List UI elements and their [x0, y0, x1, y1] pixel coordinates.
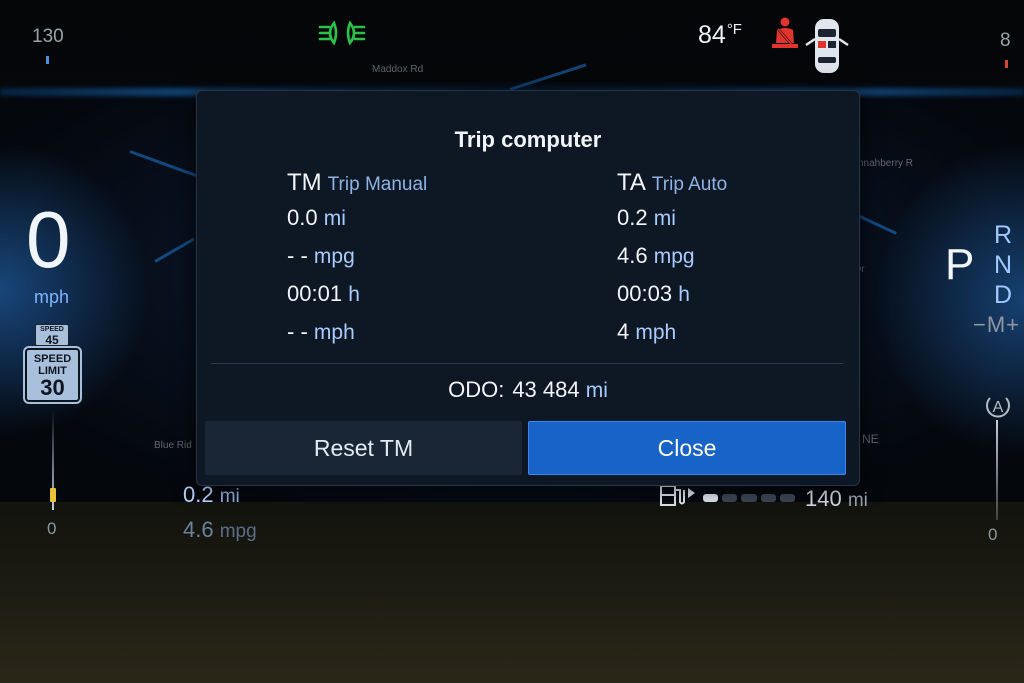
reset-tm-button[interactable]: Reset TM: [205, 421, 522, 475]
right-gauge-track: [996, 420, 998, 520]
gear-options: R N D: [990, 220, 1016, 310]
gear-option-r: R: [993, 221, 1013, 249]
trip-computer-dialog: Trip computer TM Trip Manual 0.0 mi - - m…: [196, 90, 860, 486]
trip-manual-avg-speed-unit: mph: [313, 321, 355, 344]
trip-auto-time-value: 00:03: [617, 281, 673, 306]
auto-start-stop-icon: A: [982, 390, 1014, 427]
fuel-level-segment: [722, 494, 738, 502]
map-street-label: nnahberry R: [858, 158, 914, 169]
advisory-sign-value: 45: [45, 333, 59, 347]
speed-limit-label-1: SPEED: [33, 353, 72, 365]
trip-auto-distance-unit: mi: [653, 207, 676, 230]
range-unit: mi: [847, 490, 868, 511]
fuel-level-segment: [779, 494, 796, 502]
trip-auto-header: TA Trip Auto: [617, 169, 727, 199]
fuel-level-bar: [703, 494, 796, 502]
trip-manual-distance: 0.0 mi: [287, 199, 427, 237]
odometer-unit: mi: [585, 379, 608, 402]
speed-unit: mph: [34, 287, 70, 307]
trip-auto-name: Trip Auto: [651, 174, 728, 195]
trip-manual-time-value: 00:01: [287, 281, 343, 306]
tachometer-tick: [1005, 60, 1008, 68]
temperature-unit: °F: [726, 21, 742, 38]
speedometer-tick: [46, 56, 49, 64]
gear-option-n: N: [993, 251, 1013, 279]
trip-manual-time-unit: h: [348, 283, 360, 306]
trip-auto-economy: 4.6 mpg: [617, 237, 727, 275]
lower-distance-unit: mi: [219, 486, 240, 507]
trip-auto-time: 00:03 h: [617, 275, 727, 313]
trip-auto-time-unit: h: [678, 283, 690, 306]
fuel-level-segment: [741, 494, 757, 502]
seatbelt-warning-icon: [768, 16, 802, 57]
lower-economy-unit: mpg: [219, 521, 257, 542]
trip-manual-header: TM Trip Manual: [287, 169, 427, 199]
trip-manual-abbr: TM: [287, 169, 322, 196]
left-gauge-zero: 0: [47, 519, 57, 538]
temperature-value: 84: [698, 21, 726, 49]
fuel-level-segment: [760, 494, 776, 502]
advisory-speed-sign: SPEED 45: [35, 324, 69, 346]
speedometer-scale-max: 130: [32, 26, 64, 47]
map-street-label: Maddox Rd: [372, 64, 424, 75]
range-value: 140: [805, 486, 842, 511]
trip-manual-economy-value: - -: [287, 243, 308, 268]
lower-economy-value: 4.6: [183, 517, 214, 542]
dialog-title: Trip computer: [454, 127, 602, 152]
current-gear: P: [945, 240, 975, 289]
dialog-divider: [211, 363, 843, 364]
trip-auto-abbr: TA: [617, 169, 646, 196]
odometer-label: ODO:: [448, 377, 505, 402]
odometer-value: 43 484: [512, 377, 580, 402]
trip-manual-column: TM Trip Manual 0.0 mi - - mpg 00:01 h - -…: [287, 169, 427, 351]
left-gauge-pointer: [50, 488, 56, 502]
trip-auto-economy-unit: mpg: [653, 245, 695, 268]
trip-auto-avg-speed: 4 mph: [617, 313, 727, 351]
trip-auto-distance: 0.2 mi: [617, 199, 727, 237]
headlight-indicator-icon: [318, 18, 366, 53]
map-street-label: Blue Rid: [154, 440, 192, 451]
close-button[interactable]: Close: [528, 421, 846, 475]
odometer-readout: ODO: 43 484 mi: [197, 377, 859, 403]
fuel-level-segment: [703, 494, 719, 502]
trip-auto-economy-value: 4.6: [617, 243, 648, 268]
speed-limit-sign: SPEED LIMIT 30: [25, 348, 80, 402]
car-doors-icon: [803, 15, 851, 84]
trip-auto-avg-speed-value: 4: [617, 319, 630, 344]
trip-manual-distance-unit: mi: [323, 207, 346, 230]
trip-auto-distance-value: 0.2: [617, 205, 648, 230]
auto-start-stop-letter: A: [993, 399, 1004, 416]
gear-option-d: D: [993, 281, 1013, 309]
lower-economy: 4.6 mpg: [183, 517, 257, 543]
manual-shift-indicator: −M+: [973, 312, 1021, 337]
trip-manual-economy: - - mpg: [287, 237, 427, 275]
outside-temperature: 84°F: [698, 21, 742, 50]
range-readout: 140 mi: [805, 486, 868, 512]
current-speed: 0: [26, 195, 71, 284]
trip-auto-avg-speed-unit: mph: [635, 321, 677, 344]
speed-limit-value: 30: [40, 375, 65, 400]
tachometer-scale-max: 8: [1000, 30, 1011, 51]
trip-manual-economy-unit: mpg: [313, 245, 355, 268]
trip-manual-name: Trip Manual: [327, 174, 428, 195]
trip-manual-avg-speed: - - mph: [287, 313, 427, 351]
fuel-pump-icon: [659, 482, 697, 513]
trip-auto-column: TA Trip Auto 0.2 mi 4.6 mpg 00:03 h 4 mph: [617, 169, 727, 351]
trip-manual-distance-value: 0.0: [287, 205, 318, 230]
trip-manual-avg-speed-value: - -: [287, 319, 308, 344]
trip-manual-time: 00:01 h: [287, 275, 427, 313]
right-gauge-zero: 0: [988, 525, 998, 544]
